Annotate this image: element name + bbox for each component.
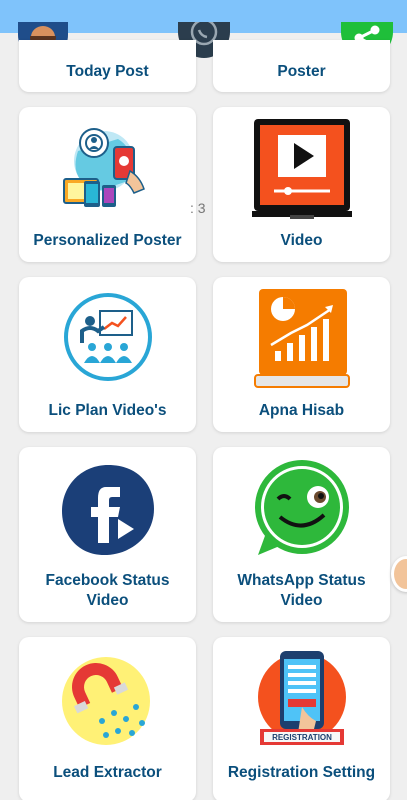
personalized-poster-label: Personalized Poster <box>33 232 182 249</box>
personalized-poster-card[interactable]: Personalized Poster <box>19 107 196 262</box>
video-label: Video <box>280 232 323 249</box>
today-post-card[interactable]: Today Post <box>19 40 196 92</box>
whatsapp-status-video-label: WhatsApp Status Video <box>237 572 366 609</box>
apna-hisab-card[interactable]: Apna Hisab <box>213 277 390 432</box>
today-post-label: Today Post <box>66 63 149 80</box>
lic-plan-videos-card[interactable]: Lic Plan Video's <box>19 277 196 432</box>
video-card[interactable]: Video <box>213 107 390 262</box>
magnet-icon <box>19 647 196 747</box>
lic-plan-videos-label: Lic Plan Video's <box>48 402 167 419</box>
registration-setting-label: Registration Setting <box>227 764 376 781</box>
registration-icon: REGISTRATION <box>213 645 390 751</box>
lead-extractor-label: Lead Extractor <box>53 764 162 781</box>
svg-text:REGISTRATION: REGISTRATION <box>272 733 332 742</box>
video-icon <box>213 115 390 223</box>
personalized-poster-icon <box>19 121 196 213</box>
facebook-status-video-label: Facebook Status Video <box>45 572 170 609</box>
facebook-status-video-card[interactable]: Facebook Status Video <box>19 447 196 622</box>
facebook-video-icon <box>19 463 196 557</box>
ledger-book-icon <box>213 287 390 389</box>
page-indicator: : 3 <box>190 200 206 216</box>
whatsapp-smile-icon <box>213 459 390 559</box>
apna-hisab-label: Apna Hisab <box>258 402 345 419</box>
poster-card[interactable]: Poster <box>213 40 390 92</box>
lead-extractor-card[interactable]: Lead Extractor <box>19 637 196 800</box>
floating-assistant-bubble[interactable] <box>391 556 407 592</box>
registration-setting-card[interactable]: REGISTRATION Registration Setting <box>213 637 390 800</box>
presentation-icon <box>19 291 196 383</box>
whatsapp-status-video-card[interactable]: WhatsApp Status Video <box>213 447 390 622</box>
poster-label: Poster <box>277 63 326 80</box>
